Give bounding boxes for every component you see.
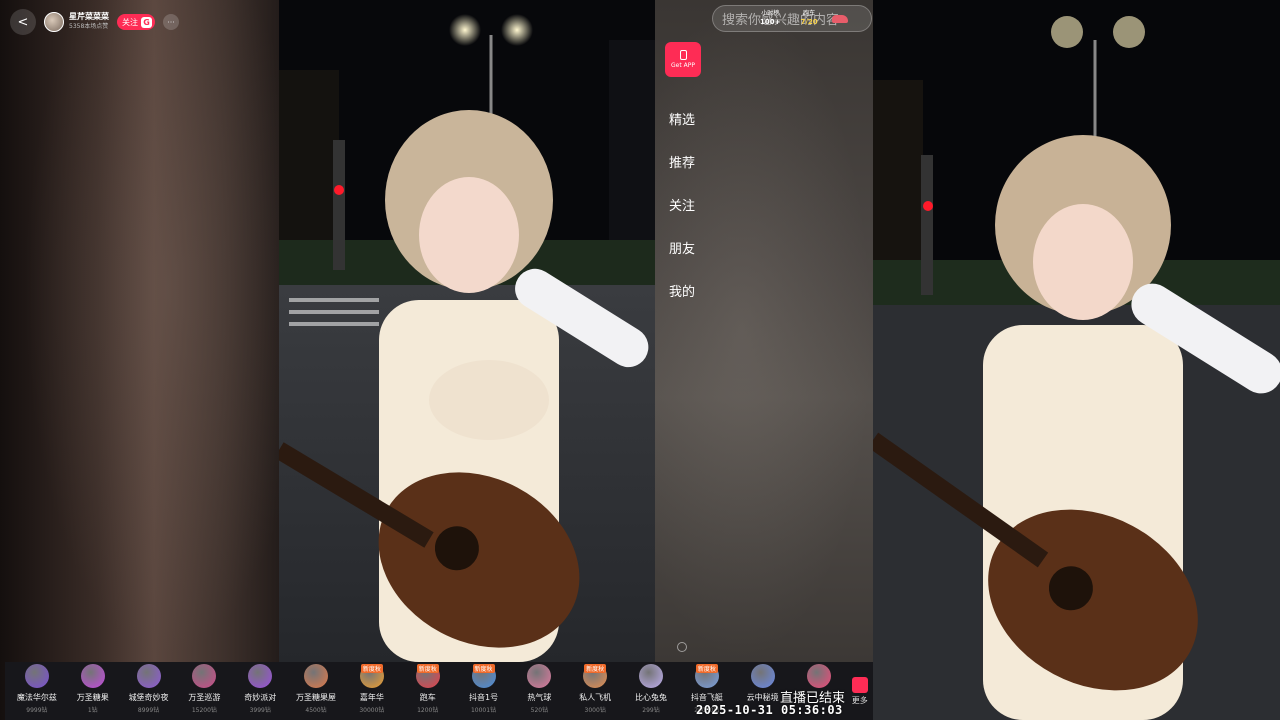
gift-item[interactable]: 新度秋私人飞机 3000钻 (567, 662, 623, 720)
gift-name: 魔法华尔兹 (16, 693, 57, 702)
gift-item[interactable]: 魔法华尔兹 9999钻 (9, 662, 65, 720)
gift-more-label: 更多 (851, 695, 868, 705)
menu-item-recommend[interactable]: 推荐 (669, 153, 695, 196)
blurred-background-left (0, 0, 280, 720)
gift-icon (527, 664, 552, 688)
gift-icon (750, 664, 775, 688)
gift-icon (304, 664, 329, 688)
team-rank-label: 跑车 (803, 10, 816, 17)
gift-item[interactable]: 奇妙派对 3999钻 (232, 662, 288, 720)
gift-icon (80, 664, 105, 688)
gift-item[interactable]: 比心兔兔 299钻 (623, 662, 679, 720)
get-app-button[interactable]: Get APP (665, 42, 701, 77)
gift-price: 520钻 (530, 707, 549, 714)
gift-name: 城堡奇妙夜 (128, 693, 169, 702)
gift-name: 抖音1号 (468, 693, 499, 702)
more-button[interactable]: ··· (163, 14, 179, 30)
gift-tag: 新度秋 (472, 664, 495, 673)
anchor-name: 星芹菜菜菜 (69, 12, 109, 21)
gift-price: 4500钻 (305, 707, 327, 714)
gift-tag: 新度秋 (695, 664, 718, 673)
gift-name: 万圣巡游 (188, 693, 221, 702)
live-video-preview[interactable] (873, 0, 1280, 720)
team-rank[interactable]: 跑车 7/20 (800, 9, 817, 27)
gift-price: 1200钻 (417, 707, 439, 714)
gift-price: 10001钻 (470, 707, 497, 714)
gift-name: 比心兔兔 (635, 693, 668, 702)
hourly-rank[interactable]: 小时榜 100+ (760, 9, 780, 27)
gift-name: 云中秘境 (746, 693, 779, 702)
more-icon: ··· (167, 17, 175, 27)
back-button[interactable]: < (10, 9, 36, 35)
gift-icon (806, 664, 831, 688)
anchor-info[interactable]: 星芹菜菜菜 5358本场点赞 (44, 10, 109, 34)
gift-price: 9999钻 (26, 707, 48, 714)
gift-icon (639, 664, 664, 688)
menu-item-me[interactable]: 我的 (669, 282, 695, 325)
gift-name: 跑车 (419, 693, 436, 702)
chevron-left-icon: < (17, 14, 29, 30)
side-menu: 精选 推荐 关注 朋友 我的 (669, 110, 695, 325)
gift-price: 15200钻 (191, 707, 217, 714)
anchor-header: < 星芹菜菜菜 5358本场点赞 关注 G ··· (10, 9, 179, 35)
gift-icon (136, 664, 161, 688)
anchor-text: 星芹菜菜菜 5358本场点赞 (69, 12, 109, 32)
avatar[interactable] (44, 12, 64, 32)
gift-price: 299钻 (642, 707, 660, 714)
gift-item[interactable]: 城堡奇妙夜 8999钻 (121, 662, 177, 720)
gift-tag: 新度秋 (584, 664, 607, 673)
gift-name: 私人飞机 (579, 693, 612, 702)
car-icon (831, 15, 848, 23)
gift-name: 万圣糖果屋 (296, 693, 337, 702)
rank-widget[interactable]: 小时榜 100+ 跑车 7/20 (760, 9, 848, 27)
record-icon[interactable] (677, 642, 687, 652)
like-count: 5358本场点赞 (69, 23, 109, 30)
menu-item-featured[interactable]: 精选 (669, 110, 695, 153)
gift-name: 嘉年华 (359, 693, 384, 702)
gift-more-button[interactable]: 更多 (846, 662, 873, 720)
gift-price: 8999钻 (137, 707, 160, 714)
timestamp: 2025-10-31 05:36:03 (696, 703, 843, 717)
gift-item[interactable]: 新度秋嘉年华 30000钻 (344, 662, 400, 720)
gift-price: 3999钻 (249, 707, 271, 714)
gift-tag: 新度秋 (360, 664, 383, 673)
gift-name: 热气球 (527, 693, 552, 702)
hourly-rank-value: 100+ (760, 18, 781, 26)
team-rank-value: 7/20 (800, 18, 818, 26)
gift-item[interactable]: 万圣糖果屋 4500钻 (288, 662, 344, 720)
phone-icon (679, 50, 687, 60)
hourly-rank-label: 小时榜 (761, 10, 780, 17)
gift-price: 30000钻 (359, 707, 385, 714)
gift-item[interactable]: 新度秋抖音1号 10001钻 (456, 662, 512, 720)
follow-label: 关注 (122, 17, 138, 27)
gift-item[interactable]: 热气球 520钻 (511, 662, 567, 720)
gift-tag: 新度秋 (416, 664, 439, 673)
preview-frame (873, 0, 1280, 720)
gift-icon (24, 664, 49, 688)
get-app-label: Get APP (671, 62, 695, 69)
gift-item[interactable]: 万圣糖果 1钻 (65, 662, 121, 720)
gift-item[interactable]: 新度秋跑车 1200钻 (400, 662, 456, 720)
gift-box-icon (851, 676, 868, 693)
gift-name: 奇妙派对 (244, 693, 277, 702)
gift-price: 1钻 (87, 707, 98, 714)
menu-item-friends[interactable]: 朋友 (669, 239, 695, 282)
gift-icon (192, 664, 217, 688)
side-menu-panel (655, 0, 873, 662)
follow-button[interactable]: 关注 G (117, 14, 155, 30)
menu-item-following[interactable]: 关注 (669, 196, 695, 239)
gift-item[interactable]: 万圣巡游 15200钻 (176, 662, 232, 720)
live-video[interactable] (279, 0, 655, 662)
gift-price: 3000钻 (584, 707, 606, 714)
gift-icon (248, 664, 273, 688)
video-frame (279, 0, 655, 662)
gift-name: 抖音飞艇 (690, 693, 723, 702)
live-room: < 星芹菜菜菜 5358本场点赞 关注 G ··· Get APP 搜索你感兴趣… (0, 0, 1280, 720)
gift-name: 万圣糖果 (76, 693, 109, 702)
fan-badge-icon: G (141, 16, 152, 28)
